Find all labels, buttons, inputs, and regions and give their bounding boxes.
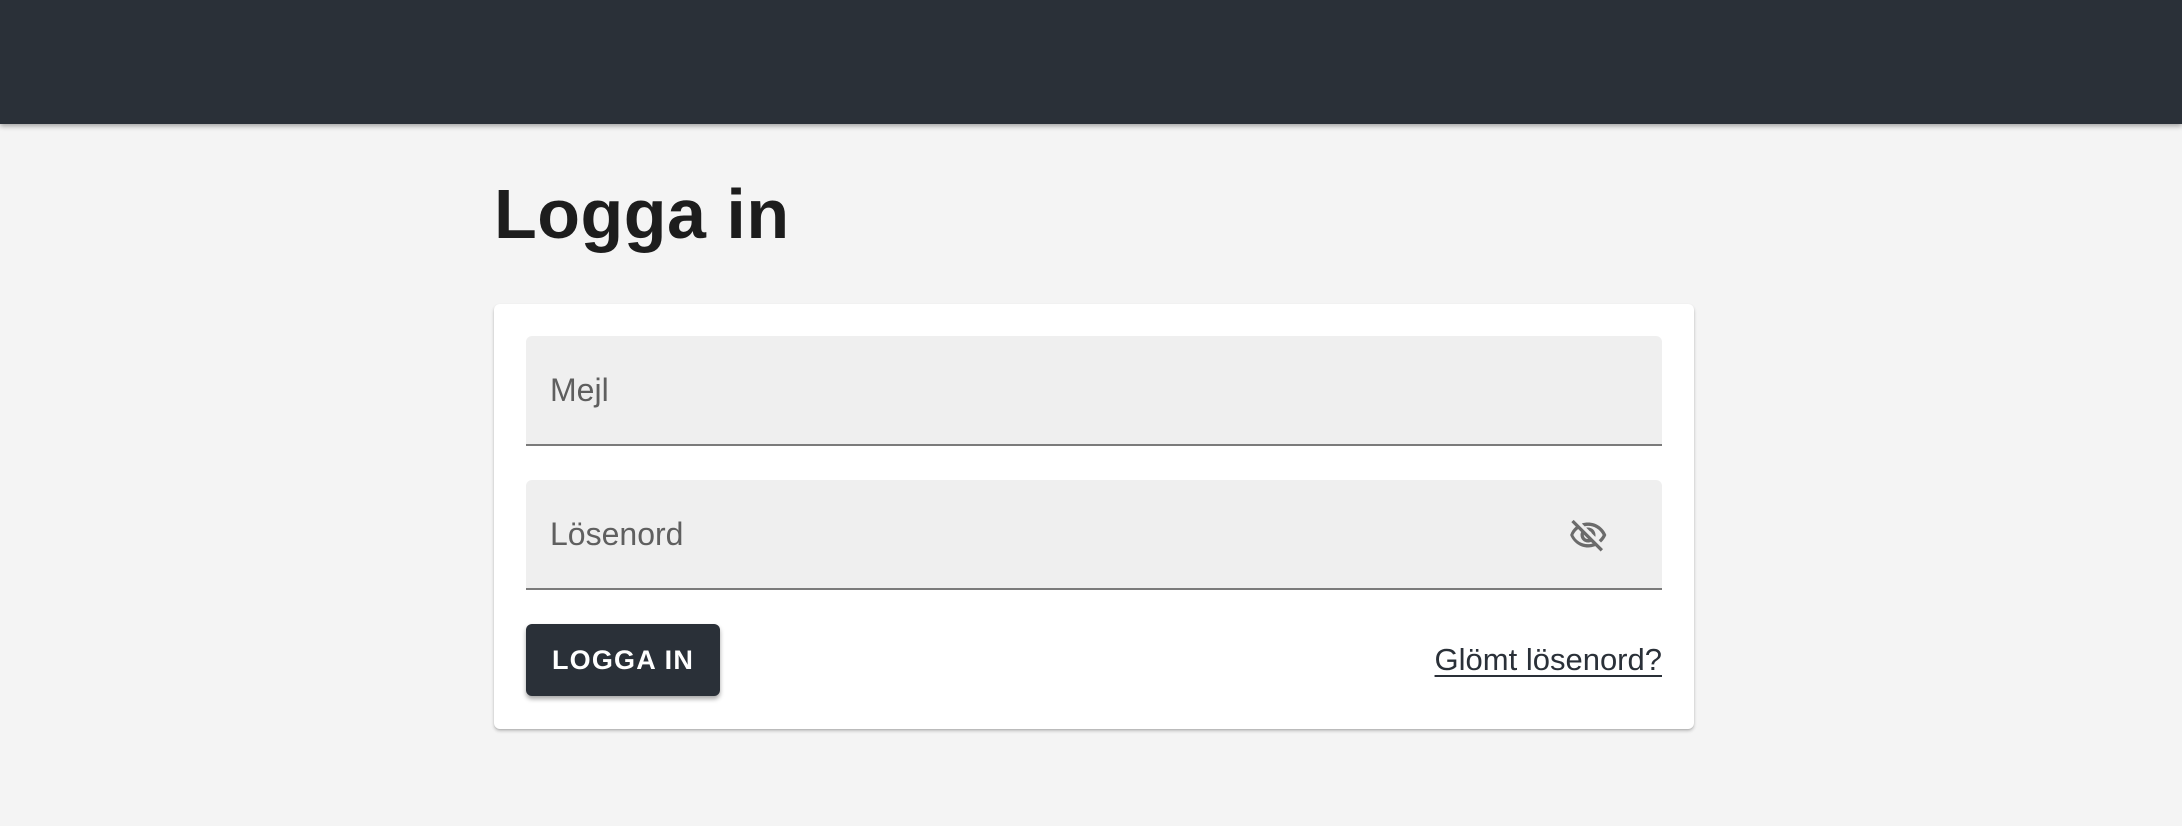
email-input[interactable] xyxy=(526,336,1662,444)
password-field xyxy=(526,480,1662,590)
forgot-password-link[interactable]: Glömt lösenord? xyxy=(1435,641,1662,679)
email-field xyxy=(526,336,1662,446)
login-card: LOGGA IN Glömt lösenord? xyxy=(494,304,1694,729)
login-button[interactable]: LOGGA IN xyxy=(526,624,720,696)
page-title: Logga in xyxy=(494,175,790,253)
visibility-off-icon[interactable] xyxy=(1564,513,1612,557)
password-input[interactable] xyxy=(526,480,1662,588)
app-bar xyxy=(0,0,2182,124)
visibility-off-icon-graphic xyxy=(1570,519,1607,552)
